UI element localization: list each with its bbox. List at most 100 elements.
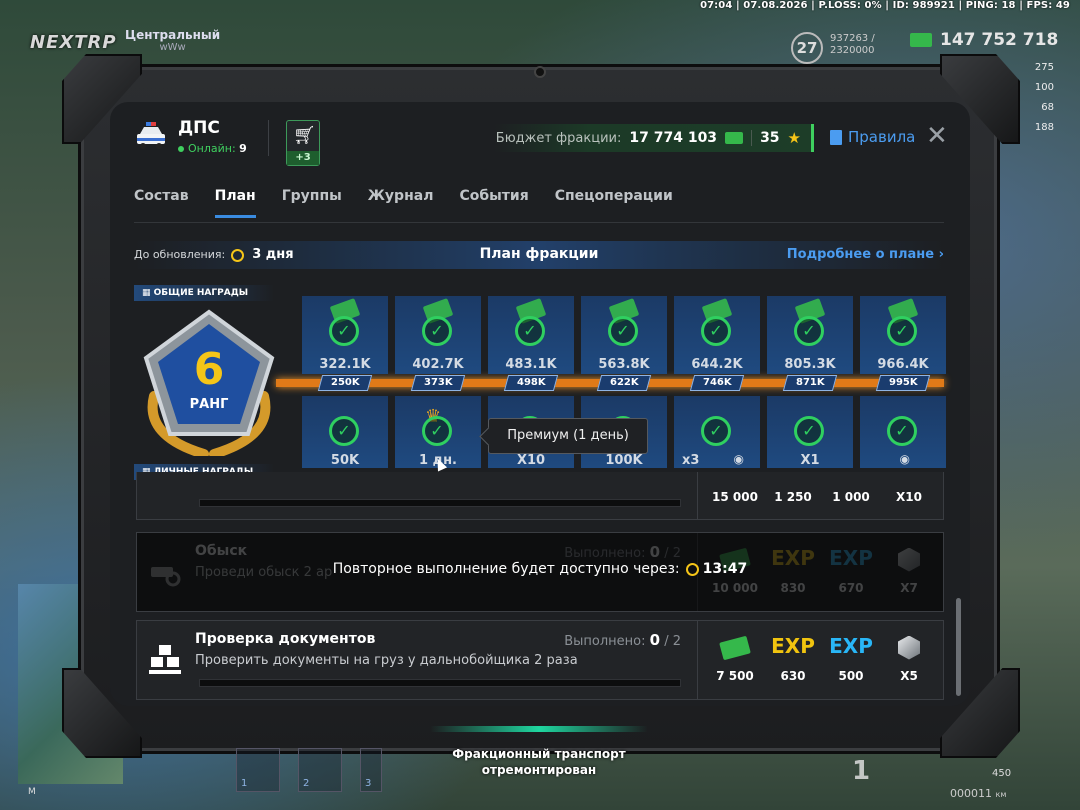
stars-value: 35 xyxy=(760,130,780,146)
check-icon: ✓ xyxy=(701,316,731,346)
reward-amount: 1 250 xyxy=(774,490,812,504)
cash-icon xyxy=(725,132,744,144)
hotbar-slot[interactable]: 1 xyxy=(236,748,280,792)
check-icon: ✓ xyxy=(887,416,917,446)
reward-value: x3 xyxy=(682,453,700,468)
slot-number: 2 xyxy=(303,778,310,789)
reward-value: 322.1K xyxy=(319,357,371,372)
task-description: Проверить документы на груз у дальнобойщ… xyxy=(195,653,578,668)
task-title: Проверка документов xyxy=(195,631,376,647)
close-icon[interactable]: ✕ xyxy=(926,123,948,149)
milestone-value: 871K xyxy=(795,377,825,388)
eye-icon[interactable]: ◉ xyxy=(900,452,910,466)
budget-value: 17 774 103 xyxy=(629,130,718,146)
common-reward-cell[interactable]: ✓ 644.2K xyxy=(674,296,760,374)
done-total: 2 xyxy=(672,634,681,649)
task-row: 15 000 1 250 1 000 X10 xyxy=(136,472,944,520)
reward-value: 966.4K xyxy=(877,357,929,372)
cart-button[interactable]: 🛒︎ +3 xyxy=(286,120,320,166)
check-icon: ✓ xyxy=(887,316,917,346)
online-dot-icon xyxy=(178,146,184,152)
tab-specops[interactable]: Спецоперации xyxy=(555,188,673,218)
personal-reward-cell[interactable]: ✓ 50K xyxy=(302,396,388,468)
task-progress-bar xyxy=(199,679,681,687)
reward-exp: 1 250 xyxy=(764,490,822,504)
tab-events[interactable]: События xyxy=(459,188,528,218)
reward-exp-blue: EXP 500 xyxy=(822,631,880,683)
cart-badge: +3 xyxy=(287,151,319,165)
milestone-label: 746K xyxy=(689,375,745,391)
common-reward-cell[interactable]: ✓ 563.8K xyxy=(581,296,667,374)
reward-exp-blue: 1 000 xyxy=(822,490,880,504)
side-stat: 100 xyxy=(1034,82,1054,93)
tab-plan[interactable]: План xyxy=(214,188,256,218)
player-money: 147 752 718 xyxy=(910,30,1058,50)
reward-tooltip: Премиум (1 день) xyxy=(488,418,648,454)
reward-amount: 7 500 xyxy=(716,669,754,683)
reward-value: 805.3K xyxy=(784,357,836,372)
faction-panel: ДПС Онлайн: 9 🛒︎ +3 Бюджет фракции: 17 7… xyxy=(110,102,970,706)
tabs-divider xyxy=(134,222,944,223)
hud-top-info: 07:04 | 07.08.2026 | P.LOSS: 0% | ID: 98… xyxy=(700,0,1070,11)
hotbar-slot[interactable]: 3 xyxy=(360,748,382,792)
plan-more-link[interactable]: Подробнее о плане › xyxy=(787,247,944,262)
tab-journal[interactable]: Журнал xyxy=(368,188,434,218)
task-row[interactable]: Проверка документов Проверить документы … xyxy=(136,620,944,700)
common-reward-cell[interactable]: ✓ 966.4K xyxy=(860,296,946,374)
xp-total: 2320000 xyxy=(830,45,875,56)
reward-amount: 500 xyxy=(838,669,864,683)
common-reward-cell[interactable]: ✓ 483.1K xyxy=(488,296,574,374)
common-reward-cell[interactable]: ✓ 402.7K xyxy=(395,296,481,374)
milestone-label: 995K xyxy=(875,375,931,391)
divider xyxy=(268,120,269,156)
notification: Фракционный транспорт отремонтирован xyxy=(430,746,648,778)
common-reward-cell[interactable]: ✓ 322.1K xyxy=(302,296,388,374)
common-reward-cell[interactable]: ✓ 805.3K xyxy=(767,296,853,374)
task-title: Обыск xyxy=(195,543,248,559)
xp-current: 937263 / xyxy=(830,33,875,44)
rules-link[interactable]: Правила xyxy=(830,128,915,146)
notification-line: Фракционный транспорт xyxy=(452,747,626,761)
common-rewards-text: ОБЩИЕ НАГРАДЫ xyxy=(153,288,249,298)
timer-icon xyxy=(685,562,699,576)
slot-number: 1 xyxy=(241,778,248,789)
map-key: M xyxy=(28,787,36,797)
player-xp: 937263 / 2320000 xyxy=(830,33,875,57)
tab-groups[interactable]: Группы xyxy=(282,188,342,218)
milestone-value: 498K xyxy=(516,377,546,388)
reward-amount: 670 xyxy=(838,581,864,595)
gem-icon xyxy=(898,635,920,660)
hotbar-slot[interactable]: 2 xyxy=(298,748,342,792)
server-name: Центральный wWw xyxy=(125,28,220,53)
check-icon: ✓ xyxy=(422,416,452,446)
check-icon: ✓ xyxy=(422,316,452,346)
hotbar: 1 2 3 xyxy=(236,748,382,794)
faction-budget: Бюджет фракции: 17 774 103 35 ★ xyxy=(494,124,814,152)
exp-icon: EXP xyxy=(771,634,815,658)
tab-sostav[interactable]: Состав xyxy=(134,188,189,218)
done-value: 0 xyxy=(649,543,661,561)
personal-reward-cell[interactable]: ✓ X1 xyxy=(767,396,853,468)
budget-label: Бюджет фракции: xyxy=(495,130,622,146)
task-list-scrollbar[interactable] xyxy=(956,598,961,696)
personal-reward-cell[interactable]: ✓ x3 ◉ xyxy=(674,396,760,468)
milestone-value: 622K xyxy=(609,377,639,388)
cash-icon xyxy=(719,635,751,660)
reward-value: 563.8K xyxy=(598,357,650,372)
task-rewards: 7 500 EXP 630 EXP 500 X5 xyxy=(697,621,943,699)
check-icon: ✓ xyxy=(329,316,359,346)
reward-amount: X5 xyxy=(900,669,918,683)
task-done: Выполнено: 0 / 2 xyxy=(564,543,681,561)
reward-value: 402.7K xyxy=(412,357,464,372)
rank-badge: 6 РАНГ xyxy=(143,309,275,456)
side-stats: 275 100 68 188 xyxy=(1030,58,1054,138)
odometer-value: 000011 xyxy=(950,787,992,800)
milestone-value: 373K xyxy=(423,377,453,388)
tablet-camera xyxy=(534,66,546,78)
eye-icon[interactable]: ◉ xyxy=(734,452,744,466)
plan-more-label: Подробнее о плане xyxy=(786,247,935,262)
personal-reward-cell[interactable]: ✓ ◉ xyxy=(860,396,946,468)
reward-cash: 15 000 xyxy=(706,490,764,504)
server-logo: NEXTRP xyxy=(30,32,117,53)
milestone-label: 373K xyxy=(410,375,466,391)
